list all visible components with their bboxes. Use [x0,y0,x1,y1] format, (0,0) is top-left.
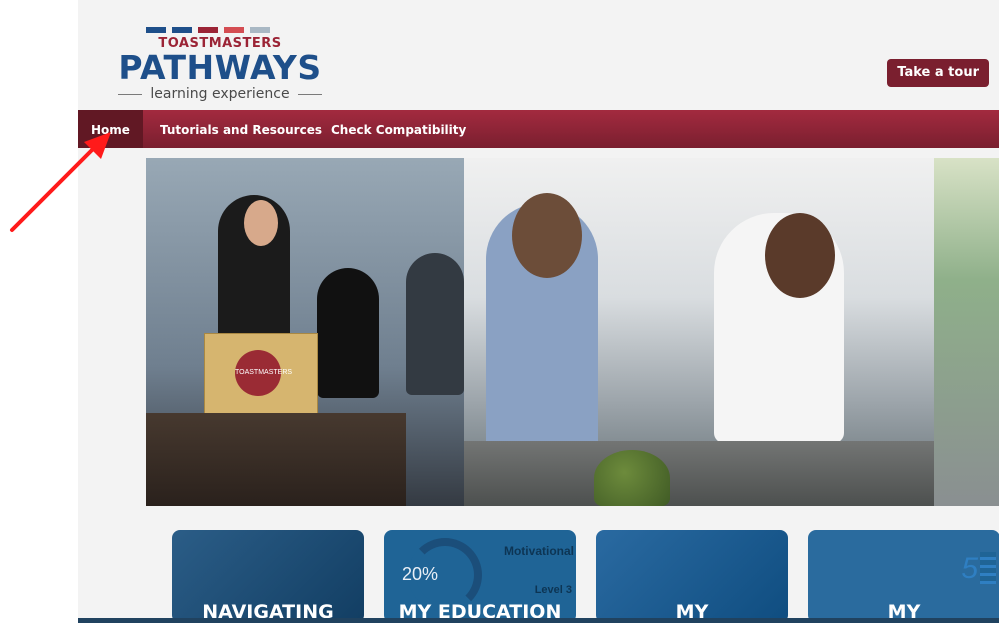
red-arrow-icon [10,132,111,232]
logo-subtitle: learning experience [100,86,340,102]
student-man-1-head [512,193,582,278]
logo-bars [146,20,276,33]
student-man-2-head [765,213,835,298]
number-icon: 5 [961,552,978,585]
progress-percent: 20% [402,564,439,584]
card-navigating[interactable]: NAVIGATING [172,530,364,623]
podium-logo: TOASTMASTERS [235,350,292,396]
nav-check-compatibility[interactable]: Check Compatibility [331,110,466,148]
feature-cards: NAVIGATING 20% Motivational Level 3 MY E… [172,530,999,623]
speaker-face [244,200,278,246]
card-detail-level: Level 3 [534,584,572,596]
nav-tutorials-resources[interactable]: Tutorials and Resources [160,110,322,148]
pathways-page: TOASTMASTERS PATHWAYS learning experienc… [78,0,999,623]
pathways-logo[interactable]: TOASTMASTERS PATHWAYS learning experienc… [100,18,340,110]
seated-person-1 [317,268,379,398]
take-tour-button[interactable]: Take a tour [887,59,989,87]
hero-image: TOASTMASTERS [146,158,999,506]
card-my-education[interactable]: 20% Motivational Level 3 MY EDUCATION [384,530,576,623]
logo-main-text: PATHWAYS [118,48,322,87]
podium: TOASTMASTERS [204,333,318,419]
card-my-fourth[interactable]: 5 MY [808,530,999,623]
bottom-shadow-line [78,618,999,623]
seated-person-2 [406,253,464,395]
plant [594,450,670,506]
site-header: TOASTMASTERS PATHWAYS learning experienc… [78,8,999,110]
main-navigation: Home Tutorials and Resources Check Compa… [78,110,999,148]
card-my-third[interactable]: MY [596,530,788,623]
card-detail-top: Motivational [503,544,574,558]
hero-panel-laptop [934,158,999,506]
study-table [464,441,934,506]
meeting-table [146,413,406,506]
list-icon [980,552,996,584]
